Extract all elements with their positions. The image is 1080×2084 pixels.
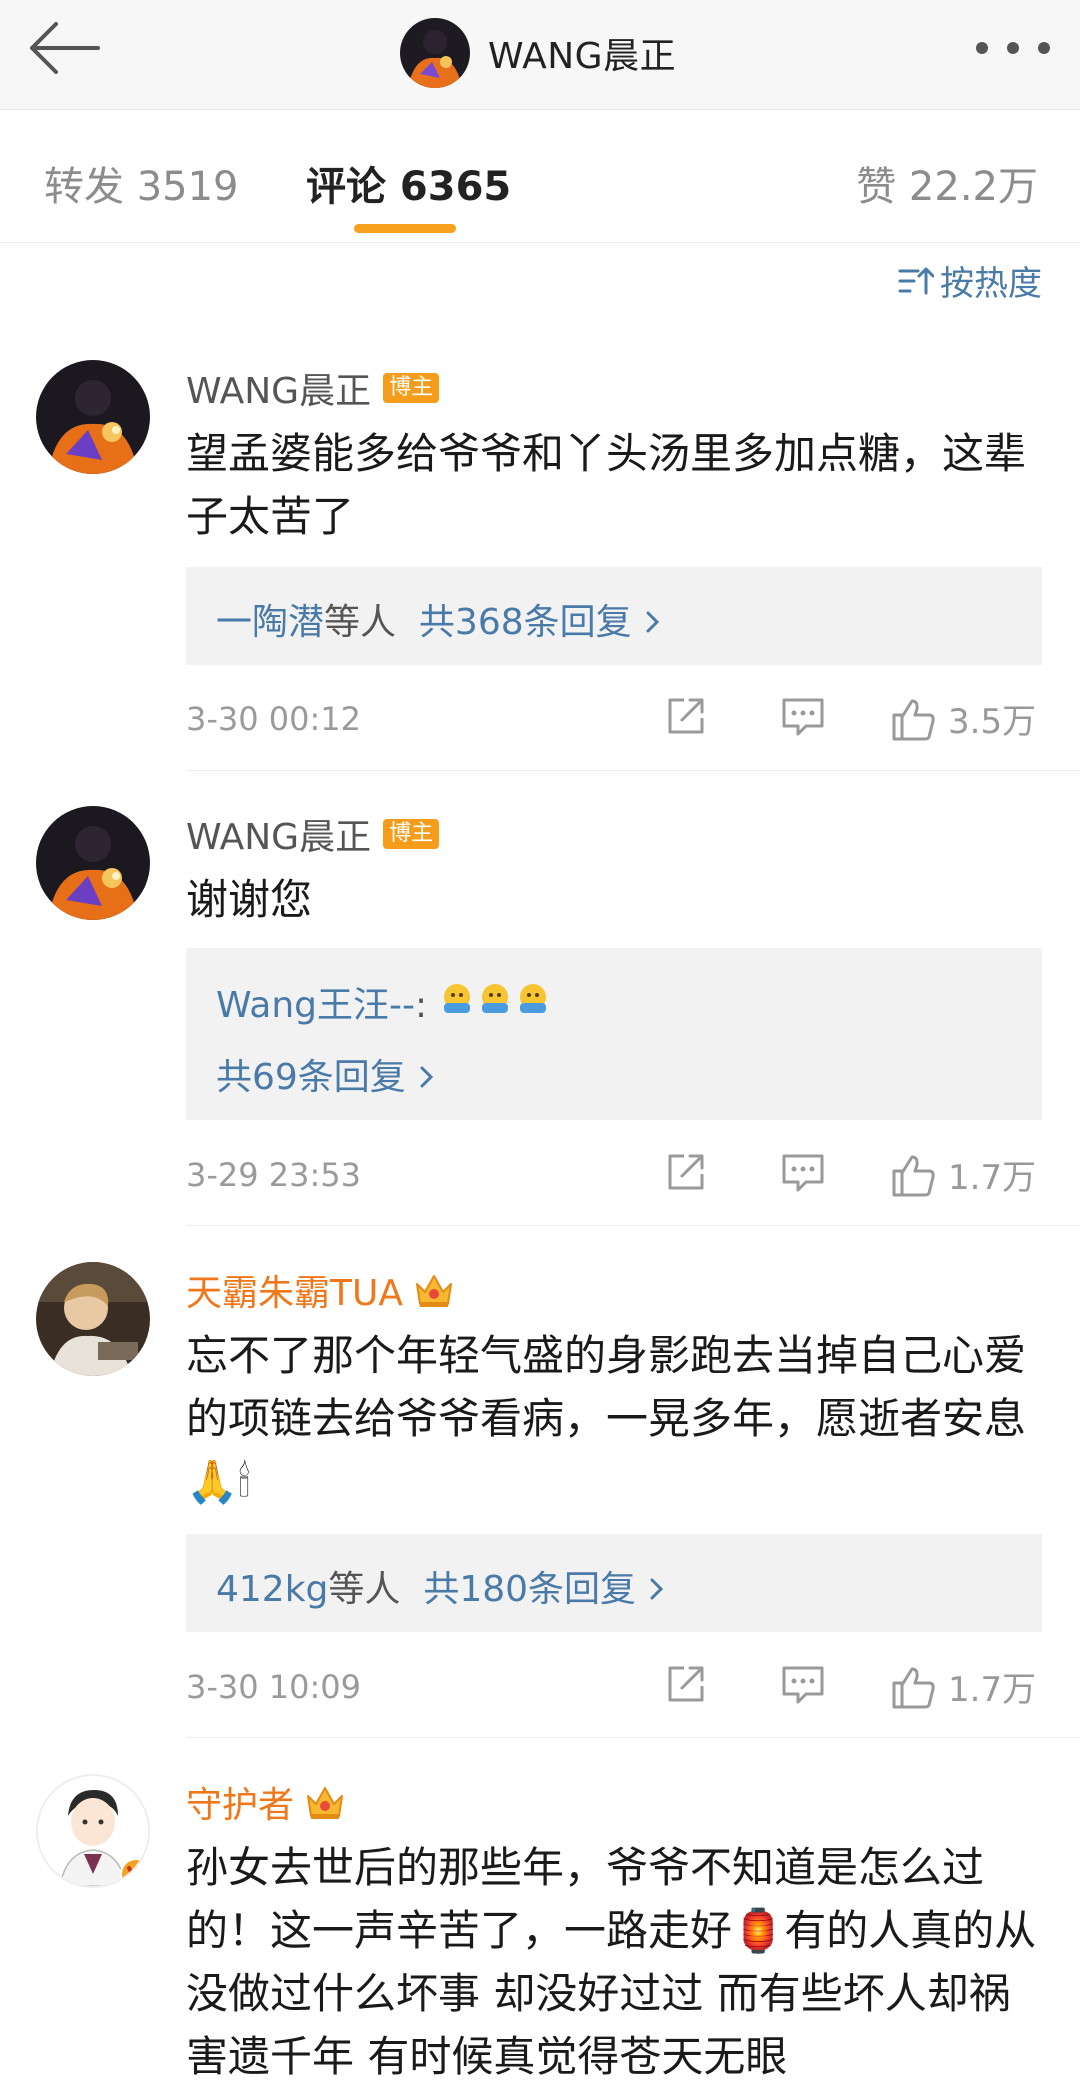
share-button[interactable] [664,1150,708,1198]
reply-count[interactable]: 共368条回复 [419,602,632,643]
comment-icon [782,698,824,736]
like-button[interactable]: 1.7万 [890,1662,1036,1711]
share-button[interactable] [664,1662,708,1710]
vip-crown-icon [307,1787,344,1819]
comment-meta: 3-29 23:53 1.7万 [186,1150,1042,1200]
header-title: WANG晨正 [488,36,677,77]
like-count: 1.7万 [948,1158,1037,1198]
author-badge: 博主 [383,373,440,403]
chevron-right-icon [650,1578,664,1600]
header-avatar[interactable] [400,18,470,88]
share-icon [668,1154,704,1190]
comment-text: 孙女去世后的那些年，爷爷不知道是怎么过的！这一声辛苦了，一路走好🏮有的人真的从没… [186,1843,1037,2081]
reply-box[interactable]: Wang王汪--: 共69条回复 [186,948,1042,1120]
more-options-button[interactable] [976,38,1050,58]
reply-button[interactable] [780,1150,826,1198]
comment-meta: 3-30 00:12 3.5万 [186,694,1042,744]
sort-button[interactable]: 按热度 [898,256,1042,305]
comment-icon [782,1666,824,1704]
back-button[interactable] [26,12,116,92]
more-dot-icon [1038,42,1050,54]
reply-box[interactable]: 412kg等人 共180条回复 [186,1534,1042,1632]
back-arrow-icon [30,22,100,74]
like-count: 1.7万 [948,1670,1037,1710]
like-button[interactable]: 3.5万 [890,694,1036,743]
like-button[interactable]: 1.7万 [890,1150,1036,1199]
reply-box[interactable]: 一陶潜等人 共368条回复 [186,567,1042,665]
reply-summary[interactable]: 共69条回复 [216,1048,434,1100]
cover-face-emoji-icon [443,984,546,1013]
sort-label: 按热度 [940,264,1042,304]
avatar[interactable] [36,806,150,920]
avatar[interactable] [36,360,150,474]
verified-v-icon [120,1858,148,1886]
tab-comment[interactable]: 评论 6365 [306,154,511,212]
tab-repost[interactable]: 转发 3519 [44,154,239,212]
reply-button[interactable] [780,1662,826,1710]
top-bar: WANG晨正 [0,0,1080,110]
reply-suffix: 等人 [328,1569,401,1610]
header-author[interactable]: WANG晨正 [400,10,676,96]
reply-preview[interactable]: Wang王汪--: [216,976,559,1028]
like-count: 3.5万 [948,702,1037,742]
chevron-right-icon [420,1066,433,1088]
username-text[interactable]: 守护者 [186,1776,294,1828]
reply-count[interactable]: 共180条回复 [423,1569,636,1610]
comment-time: 3-29 23:53 [186,1156,362,1194]
chevron-right-icon [646,611,659,633]
reply-summary[interactable]: 一陶潜等人 共368条回复 [216,593,660,645]
reply-summary[interactable]: 412kg等人 共180条回复 [216,1560,664,1612]
reply-preview-sep: : [415,985,428,1026]
thumbs-up-icon [892,699,935,740]
comment-username[interactable]: WANG晨正 博主 [186,808,440,860]
reply-count[interactable]: 共69条回复 [216,1057,406,1098]
share-button[interactable] [664,694,708,742]
thumbs-up-icon [892,1155,935,1196]
reply-users[interactable]: 412kg [216,1569,328,1610]
comment-text: 望孟婆能多给爷爷和丫头汤里多加点糖，这辈子太苦了 [186,429,1027,541]
active-tab-indicator [354,224,456,233]
share-icon [668,698,704,734]
comment-meta: 3-30 10:09 1.7万 [186,1662,1042,1712]
tab-like[interactable]: 赞 22.2万 [856,154,1038,212]
comment-time: 3-30 00:12 [186,700,362,738]
reply-users[interactable]: 一陶潜 [216,602,324,643]
share-icon [668,1666,704,1702]
tab-bar: 转发 3519 评论 6365 赞 22.2万 [0,110,1080,243]
username-text[interactable]: WANG晨正 [186,808,371,860]
username-text[interactable]: 天霸朱霸TUA [186,1264,403,1316]
reply-button[interactable] [780,694,826,742]
more-dot-icon [976,42,988,54]
avatar[interactable] [36,1262,150,1376]
avatar[interactable] [36,1774,150,1888]
comment-text: 忘不了那个年轻气盛的身影跑去当掉自己心爱的项链去给爷爷看病，一晃多年，愿逝者安息… [186,1331,1027,1506]
username-text[interactable]: WANG晨正 [186,362,371,414]
comment-username[interactable]: 天霸朱霸TUA [186,1264,455,1316]
divider [186,770,1080,771]
divider [186,1225,1080,1226]
reply-suffix: 等人 [324,602,397,643]
thumbs-up-icon [892,1667,935,1708]
comment-text: 谢谢您 [186,875,313,924]
comment-icon [782,1154,824,1192]
more-dot-icon [1007,42,1019,54]
reply-preview-user[interactable]: Wang王汪-- [216,985,415,1026]
divider [186,1737,1080,1738]
sort-icon [898,267,934,294]
weibo-comments-page: WANG晨正 转发 3519 评论 6365 赞 22.2万 按热度 WANG晨… [0,0,1080,2084]
comment-username[interactable]: WANG晨正 博主 [186,362,440,414]
comment-time: 3-30 10:09 [186,1668,362,1706]
vip-crown-icon [415,1275,452,1307]
author-badge: 博主 [383,819,440,849]
comment-username[interactable]: 守护者 [186,1776,346,1828]
